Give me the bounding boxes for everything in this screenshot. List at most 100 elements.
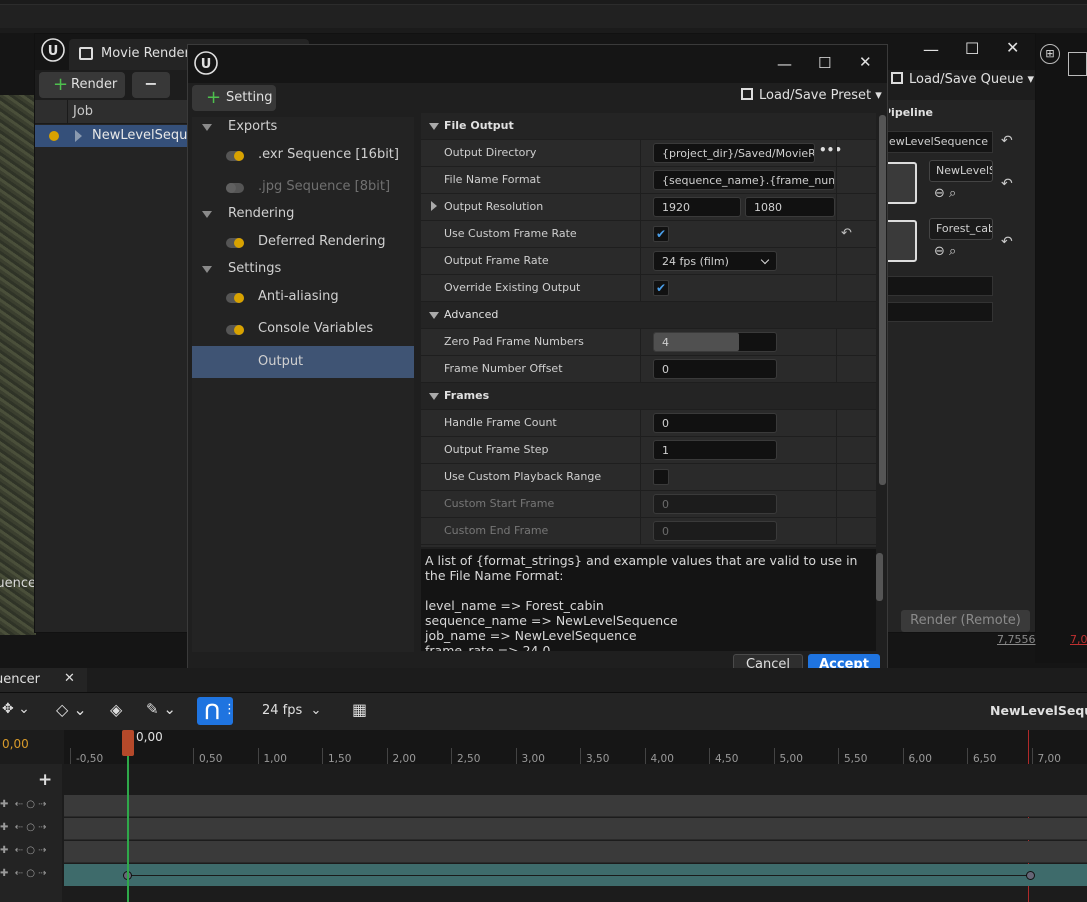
- prop-label: Use Custom Playback Range: [444, 470, 602, 483]
- tree-category-rendering[interactable]: Rendering: [192, 202, 414, 228]
- pencil-icon[interactable]: ✎ ⌄: [146, 700, 176, 718]
- resolution-x-input[interactable]: 1920: [653, 197, 741, 217]
- tree-item-jpg[interactable]: .jpg Sequence [8bit]: [192, 173, 414, 203]
- tree-category-label: Rendering: [228, 206, 295, 221]
- tree-category-exports[interactable]: Exports: [192, 115, 414, 141]
- track-row[interactable]: [64, 818, 1087, 840]
- file-name-format-input[interactable]: {sequence_name}.{frame_number}: [653, 170, 835, 190]
- key-diamond-icon[interactable]: ◇ ⌄: [56, 700, 87, 719]
- remove-job-button[interactable]: −: [132, 72, 170, 98]
- prop-output-resolution[interactable]: Output Resolution 1920 1080: [421, 194, 876, 221]
- browse-icon[interactable]: ⊖ ⌕: [934, 244, 956, 259]
- track-controls[interactable]: ✚ ⇠ ○ ⇢: [0, 822, 47, 833]
- snap-toggle-button[interactable]: ⋂ ⋮: [197, 697, 236, 725]
- reset-icon[interactable]: ↶: [1001, 234, 1013, 250]
- tree-item-output[interactable]: Output: [192, 346, 414, 378]
- maximize-icon[interactable]: ☐: [965, 39, 979, 58]
- add-setting-label: Setting: [226, 90, 273, 105]
- sequence-field[interactable]: NewLevelSequence: [881, 131, 993, 153]
- viewport-layout-icon[interactable]: ⊞: [1040, 44, 1060, 64]
- more-options-icon[interactable]: ⋮: [223, 702, 236, 717]
- handle-frame-count-spinbox[interactable]: 0: [653, 413, 777, 433]
- track-row[interactable]: [64, 841, 1087, 863]
- minimize-icon[interactable]: —: [923, 40, 939, 59]
- playhead-handle[interactable]: [122, 730, 134, 756]
- expand-arrow-icon[interactable]: [431, 201, 437, 211]
- expand-arrow-icon[interactable]: [75, 130, 82, 142]
- close-icon[interactable]: ✕: [64, 671, 75, 686]
- category-frames[interactable]: Frames: [421, 383, 876, 410]
- custom-end-frame-input: 0: [653, 521, 777, 541]
- spin-value: 4: [662, 336, 669, 349]
- track-row[interactable]: [64, 795, 1087, 817]
- render-remote-button[interactable]: Render (Remote): [901, 610, 1030, 632]
- prop-label: Output Frame Rate: [444, 254, 549, 267]
- prop-output-directory: Output Directory {project_dir}/Saved/Movi…: [421, 140, 876, 167]
- ruler-tick-line: [838, 748, 839, 764]
- fps-selector[interactable]: 24 fps ⌄: [262, 703, 321, 718]
- map-combo[interactable]: Forest_cabin: [929, 218, 993, 240]
- pipeline-field[interactable]: [881, 302, 993, 322]
- render-button[interactable]: + Render: [39, 72, 125, 98]
- toggle-icon[interactable]: [226, 183, 244, 193]
- zero-pad-spinbox[interactable]: 4: [653, 332, 777, 352]
- load-save-preset-button[interactable]: Load/Save Preset ▾: [741, 88, 882, 103]
- pipeline-field[interactable]: [881, 276, 993, 296]
- playhead-time: 0,00: [136, 730, 163, 744]
- browse-dots-icon[interactable]: •••: [819, 143, 842, 157]
- collapse-arrow-icon: [429, 393, 439, 400]
- transform-icon[interactable]: ✥ ⌄: [2, 701, 30, 717]
- track-controls[interactable]: ✚ ⇠ ○ ⇢: [0, 868, 47, 879]
- current-time[interactable]: 0,00: [2, 737, 29, 751]
- tree-item-exr[interactable]: .exr Sequence [16bit]: [192, 141, 414, 171]
- add-setting-button[interactable]: + Setting: [192, 85, 276, 111]
- output-frame-step-spinbox[interactable]: 1: [653, 440, 777, 460]
- toggle-icon[interactable]: [226, 325, 244, 335]
- job-row[interactable]: NewLevelSequence: [35, 125, 187, 147]
- prop-label: Handle Frame Count: [444, 416, 557, 429]
- reset-to-default-icon[interactable]: ↶: [841, 226, 852, 241]
- tree-item-anti-aliasing[interactable]: Anti-aliasing: [192, 283, 414, 313]
- playback-range-icon[interactable]: ▦: [352, 700, 367, 719]
- track-controls[interactable]: ✚ ⇠ ○ ⇢: [0, 799, 47, 810]
- toggle-icon[interactable]: [226, 151, 244, 161]
- output-directory-input[interactable]: {project_dir}/Saved/MovieRenders/: [653, 143, 815, 163]
- category-advanced[interactable]: Advanced: [421, 302, 876, 329]
- spin-value: 0: [662, 417, 669, 430]
- prop-label: Custom End Frame: [444, 524, 549, 537]
- frame-number-offset-spinbox[interactable]: 0: [653, 359, 777, 379]
- use-custom-frame-rate-checkbox[interactable]: ✔: [653, 226, 669, 242]
- tree-category-label: Settings: [228, 261, 282, 276]
- curve-key-icon[interactable]: ◈: [110, 700, 122, 719]
- track-controls[interactable]: ✚ ⇠ ○ ⇢: [0, 845, 47, 856]
- keyframe-marker[interactable]: [1026, 871, 1035, 880]
- toggle-icon[interactable]: [226, 293, 244, 303]
- add-track-icon[interactable]: +: [38, 770, 52, 790]
- tree-item-deferred[interactable]: Deferred Rendering: [192, 228, 414, 258]
- close-icon[interactable]: ✕: [1006, 38, 1019, 57]
- right-viewport: [1035, 33, 1087, 663]
- browse-icon[interactable]: ⊖ ⌕: [934, 186, 956, 201]
- sequencer-tab[interactable]: Sequencer ✕: [0, 668, 87, 692]
- reset-icon[interactable]: ↶: [1001, 176, 1013, 192]
- toggle-icon[interactable]: [226, 238, 244, 248]
- load-save-queue-button[interactable]: Load/Save Queue ▾: [891, 72, 1034, 87]
- tree-category-settings[interactable]: Settings: [192, 257, 414, 283]
- sequence-combo[interactable]: NewLevelSequence: [929, 160, 993, 182]
- collapse-arrow-icon: [202, 124, 212, 131]
- use-custom-playback-checkbox[interactable]: [653, 469, 669, 485]
- property-scrollbar[interactable]: [879, 115, 886, 485]
- maximize-icon[interactable]: ☐: [818, 54, 831, 72]
- reset-icon[interactable]: ↶: [1001, 133, 1013, 149]
- close-icon[interactable]: ✕: [859, 53, 872, 71]
- ruler-tick-line: [902, 748, 904, 764]
- category-file-output[interactable]: File Output: [421, 113, 876, 140]
- resolution-y-input[interactable]: 1080: [745, 197, 835, 217]
- level-viewport[interactable]: [0, 95, 36, 635]
- description-scrollbar[interactable]: [876, 553, 883, 601]
- output-frame-rate-combo[interactable]: 24 fps (film): [653, 251, 777, 271]
- override-existing-checkbox[interactable]: ✔: [653, 280, 669, 296]
- viewport-panel-icon[interactable]: [1068, 52, 1087, 76]
- minimize-icon[interactable]: —: [777, 55, 792, 73]
- tree-item-console-variables[interactable]: Console Variables: [192, 315, 414, 345]
